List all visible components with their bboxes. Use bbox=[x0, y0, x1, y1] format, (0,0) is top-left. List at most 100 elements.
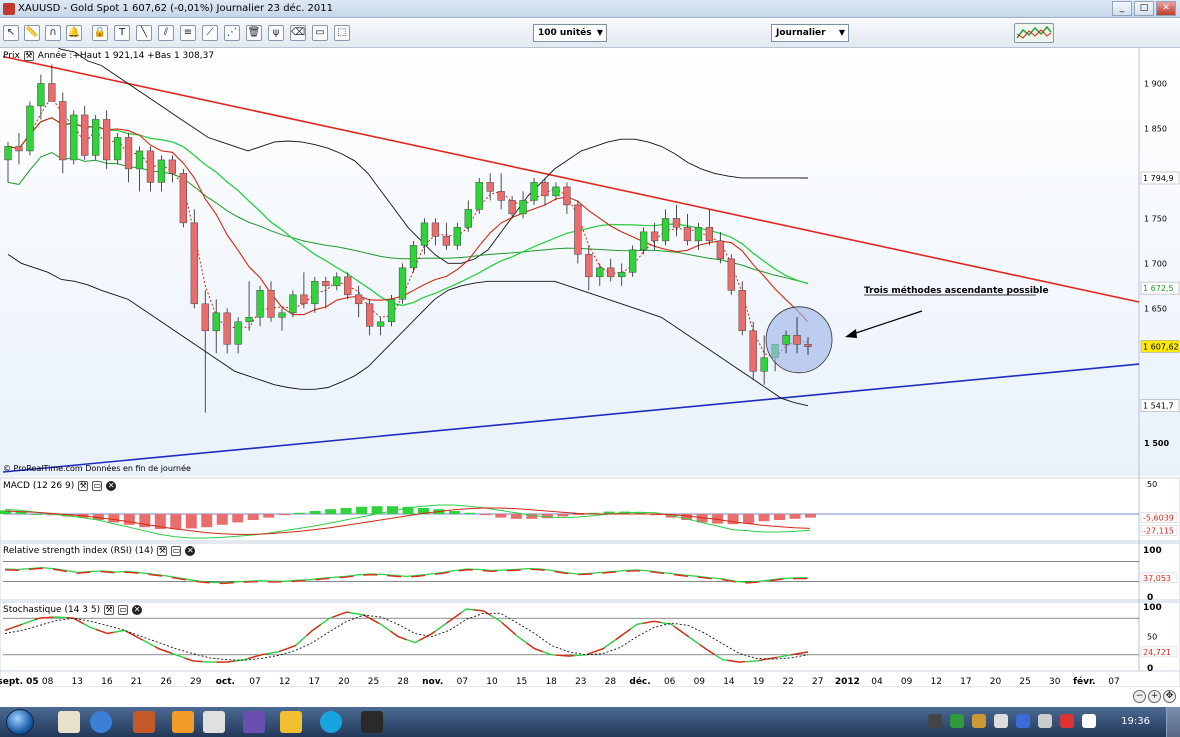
candle-body bbox=[168, 159, 177, 174]
units-combo[interactable]: 100 unités ▼ bbox=[533, 24, 607, 42]
folder-icon[interactable] bbox=[280, 711, 302, 733]
close-icon[interactable]: ✕ bbox=[132, 605, 143, 615]
text-tool-icon[interactable]: T bbox=[114, 25, 130, 41]
close-icon[interactable]: ✕ bbox=[185, 546, 196, 556]
x-tick-label: 14 bbox=[723, 677, 735, 687]
chart-area[interactable]: 1 900 1 850 1 750 1 700 1 650 1 500 Trois méth… bbox=[0, 48, 1180, 687]
trend-tool-icon[interactable]: ⟋ bbox=[202, 25, 218, 41]
flag-icon[interactable] bbox=[1060, 714, 1074, 728]
price-marker-label: 1 794,9 bbox=[1143, 174, 1174, 183]
stoch-panel-bg bbox=[0, 601, 1180, 672]
period-combo[interactable]: Journalier ▼ bbox=[771, 24, 849, 42]
candle-body bbox=[782, 335, 790, 345]
delete-icon[interactable]: 🗑 bbox=[246, 25, 262, 41]
window-icon[interactable]: ▭ bbox=[118, 605, 129, 615]
network-icon[interactable] bbox=[972, 714, 986, 728]
power-icon[interactable] bbox=[1082, 714, 1096, 728]
x-tick-label: nov. bbox=[422, 677, 443, 687]
skype-icon[interactable] bbox=[320, 711, 342, 733]
x-tick-label: 28 bbox=[397, 677, 409, 687]
macd-histogram-bar bbox=[201, 514, 213, 528]
candle-body bbox=[387, 299, 396, 323]
shield-icon[interactable] bbox=[950, 714, 964, 728]
app-icon[interactable] bbox=[133, 711, 155, 733]
bluetooth-icon[interactable] bbox=[1016, 714, 1030, 728]
candle-body bbox=[300, 294, 308, 305]
candle-body bbox=[4, 146, 12, 161]
fan-tool-icon[interactable]: ⋰ bbox=[224, 25, 240, 41]
candle-body bbox=[223, 312, 231, 345]
candle-body bbox=[376, 321, 385, 327]
x-tick-label: 09 bbox=[901, 677, 913, 687]
cursor-icon[interactable]: ↖ bbox=[3, 25, 19, 41]
x-tick-label: 23 bbox=[575, 677, 586, 687]
line-tool-icon[interactable]: ╲ bbox=[136, 25, 152, 41]
browser-icon[interactable] bbox=[90, 711, 112, 733]
pitchfork-icon[interactable]: ψ bbox=[268, 25, 284, 41]
price-marker-label: 1 607,62 bbox=[1143, 342, 1179, 351]
channel-tool-icon[interactable]: ⫽ bbox=[158, 25, 174, 41]
maximize-icon[interactable]: □ bbox=[1134, 1, 1154, 16]
scroll-icon[interactable]: ✥ bbox=[1163, 690, 1176, 703]
candle bbox=[387, 294, 396, 327]
eraser-icon[interactable]: ⌫ bbox=[290, 25, 306, 41]
close-icon[interactable]: ✕ bbox=[1156, 1, 1176, 16]
app-icon bbox=[3, 3, 15, 15]
rectangle-tool-icon[interactable]: ▭ bbox=[312, 25, 328, 41]
y-tick-label: 1 650 bbox=[1144, 304, 1167, 313]
macd-histogram-bar bbox=[448, 511, 460, 514]
wrench-icon[interactable]: ⚒ bbox=[78, 481, 89, 491]
alarm-bell-icon[interactable]: 🔔 bbox=[66, 25, 82, 41]
x-tick-label: févr. bbox=[1073, 676, 1095, 687]
app-icon[interactable] bbox=[243, 711, 265, 733]
macd-marker-label: -5,6039 bbox=[1143, 513, 1174, 522]
candle-body bbox=[639, 231, 648, 251]
macd-histogram-bar bbox=[805, 514, 816, 518]
zoom-box-icon[interactable]: ⬚ bbox=[334, 25, 350, 41]
candle-body bbox=[102, 119, 111, 161]
candle-body bbox=[683, 227, 692, 242]
window-icon[interactable]: ▭ bbox=[171, 546, 182, 556]
ruler-icon[interactable]: 📏 bbox=[24, 25, 40, 41]
magnet-icon[interactable]: ∩ bbox=[45, 25, 61, 41]
prorealtime-icon[interactable] bbox=[361, 711, 383, 733]
candle bbox=[190, 209, 198, 309]
close-icon[interactable]: ✕ bbox=[106, 481, 117, 491]
zoom-in-icon[interactable]: + bbox=[1148, 690, 1161, 703]
media-player-icon[interactable] bbox=[172, 711, 194, 733]
wrench-icon[interactable]: ⚒ bbox=[104, 605, 115, 615]
lock-icon[interactable]: 🔒 bbox=[92, 25, 108, 41]
chart-style-icon[interactable] bbox=[1014, 23, 1054, 43]
show-desktop-button[interactable] bbox=[1166, 707, 1180, 737]
candle-body bbox=[694, 227, 703, 242]
candle-body bbox=[322, 281, 330, 287]
wrench-icon[interactable]: ⚒ bbox=[157, 546, 168, 556]
candle-body bbox=[113, 137, 122, 161]
record-icon[interactable] bbox=[928, 714, 942, 728]
macd-histogram-bar bbox=[356, 506, 368, 514]
volume-icon[interactable] bbox=[994, 714, 1008, 728]
wrench-icon[interactable]: ⚒ bbox=[23, 51, 34, 61]
minimize-icon[interactable]: _ bbox=[1112, 1, 1132, 16]
candle-body bbox=[727, 258, 735, 291]
candle bbox=[574, 200, 582, 264]
candle-body bbox=[179, 173, 187, 224]
window-icon[interactable]: ▭ bbox=[92, 481, 103, 491]
notification-icon[interactable] bbox=[1038, 714, 1052, 728]
stoch-tick-label: 0 bbox=[1147, 664, 1153, 674]
fibonacci-icon[interactable]: ≡ bbox=[180, 25, 196, 41]
x-tick-label: 04 bbox=[871, 677, 883, 687]
candle bbox=[409, 240, 418, 273]
macd-histogram-bar bbox=[309, 511, 321, 514]
candle-body bbox=[464, 209, 472, 228]
annotation-text: Trois méthodes ascendante possible bbox=[864, 285, 1049, 296]
units-combo-value: 100 unités bbox=[538, 28, 592, 38]
explorer-icon[interactable] bbox=[58, 711, 80, 733]
candle-body bbox=[245, 317, 253, 323]
candle-body bbox=[552, 186, 560, 197]
start-button-icon[interactable] bbox=[6, 709, 34, 735]
y-tick-label: 1 850 bbox=[1144, 124, 1167, 133]
app-icon[interactable] bbox=[203, 711, 225, 733]
zoom-out-icon[interactable]: − bbox=[1133, 690, 1146, 703]
macd-histogram-bar bbox=[789, 514, 801, 519]
